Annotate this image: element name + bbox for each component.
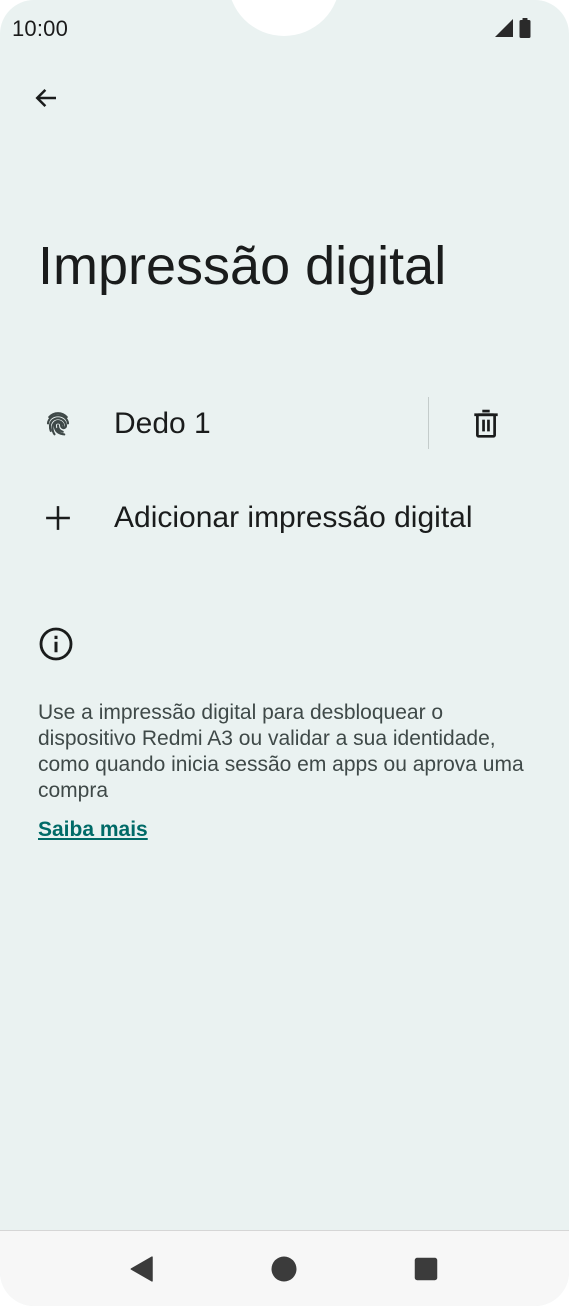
fingerprint-icon: [40, 406, 76, 442]
arrow-left-icon: [35, 88, 56, 108]
trash-icon: [474, 409, 498, 438]
info-icon: [38, 626, 74, 662]
add-fingerprint-item[interactable]: Adicionar impressão digital: [0, 478, 569, 558]
status-time: 10:00: [12, 16, 69, 41]
info-description: Use a impressão digital para desbloquear…: [38, 701, 524, 802]
learn-more-link[interactable]: Saiba mais: [38, 818, 148, 842]
phone-screen: 10:00 Impressão digital Dedo 1 Adicionar…: [0, 0, 569, 1306]
square-recents-icon: [414, 1257, 438, 1281]
delete-fingerprint-button[interactable]: [462, 400, 510, 448]
camera-notch: [228, 0, 340, 36]
back-button[interactable]: [24, 76, 68, 120]
nav-home-button[interactable]: [266, 1251, 302, 1287]
fingerprint-label: Dedo 1: [114, 407, 211, 440]
signal-icon: [494, 18, 514, 43]
plus-icon: [40, 500, 76, 536]
add-fingerprint-label: Adicionar impressão digital: [114, 501, 473, 534]
row-divider: [428, 397, 429, 449]
nav-back-button[interactable]: [124, 1251, 160, 1287]
triangle-back-icon: [130, 1256, 153, 1282]
navigation-bar: [0, 1230, 569, 1306]
circle-home-icon: [271, 1256, 297, 1282]
status-icons: [494, 18, 531, 43]
battery-icon: [519, 18, 531, 43]
page-title: Impressão digital: [38, 236, 447, 296]
fingerprint-item[interactable]: Dedo 1: [0, 384, 569, 464]
nav-recents-button[interactable]: [408, 1251, 444, 1287]
